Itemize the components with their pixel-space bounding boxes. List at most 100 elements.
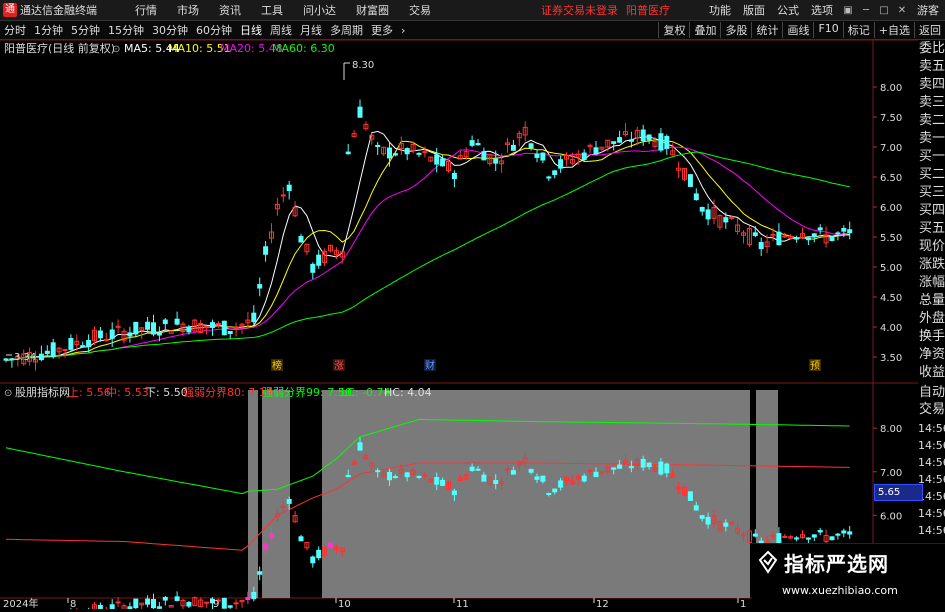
indicator-hc: HC: 4.04 (384, 386, 432, 399)
ind-candle-body (493, 480, 499, 484)
x-label-jan: 1 (740, 599, 746, 609)
settings-icon[interactable]: ⊙ (112, 44, 120, 55)
side-item-11[interactable]: 现价 (919, 238, 945, 256)
side-item-1[interactable]: 卖五 (919, 58, 945, 76)
side-item-6[interactable]: 买一 (919, 148, 945, 166)
tool-add-watchlist[interactable]: +自选 (873, 22, 914, 38)
period-daily[interactable]: 日线 (236, 22, 266, 38)
menu-zixun[interactable]: 资讯 (209, 2, 251, 18)
candle-body (835, 232, 841, 235)
ma60-label: MA60: 6.30 (272, 42, 335, 55)
menu-caifuquan[interactable]: 财富圈 (346, 2, 399, 18)
maximize-icon[interactable]: □ (875, 5, 893, 16)
menu-jiaoyi[interactable]: 交易 (399, 2, 441, 18)
ind-candle-body (245, 597, 251, 601)
tool-diejia[interactable]: 叠加 (689, 22, 720, 38)
candle-body (451, 172, 457, 180)
period-multi[interactable]: 多周期 (326, 22, 367, 38)
tool-fuquan[interactable]: 复权 (658, 22, 689, 38)
tool-huaxian[interactable]: 画线 (782, 22, 813, 38)
ind-candle-body (375, 470, 381, 473)
menu-gongju[interactable]: 工具 (251, 2, 293, 18)
side-item-17[interactable]: 净资 (919, 346, 945, 364)
side-item-4[interactable]: 卖二 (919, 112, 945, 130)
period-15min[interactable]: 15分钟 (104, 22, 148, 38)
skin-icon[interactable]: ▣ (839, 5, 857, 16)
marker-cai[interactable]: 财 (425, 359, 435, 372)
candle-body (257, 284, 263, 289)
minimize-icon[interactable]: ─ (857, 5, 875, 16)
side-item-0[interactable]: 委比 (919, 40, 945, 58)
y-tick-label: 5.50 (880, 233, 902, 244)
tool-tongji[interactable]: 统计 (751, 22, 782, 38)
kline-chart-svg[interactable]: 阳普医疗(日线 前复权) ⊙ MA5: 5.44 MA10: 5.51 MA20… (0, 39, 945, 612)
menu-shichang[interactable]: 市场 (167, 2, 209, 18)
period-1min[interactable]: 1分钟 (30, 22, 67, 38)
side-item-8[interactable]: 买三 (919, 184, 945, 202)
tool-biaoji[interactable]: 标记 (842, 22, 874, 38)
user-label[interactable]: 游客 (911, 2, 945, 18)
chevron-right-icon[interactable]: › (397, 24, 409, 37)
side-auto[interactable]: 自动 (919, 384, 945, 401)
side-item-18[interactable]: 收益 (919, 364, 945, 382)
side-item-12[interactable]: 涨跌 (919, 256, 945, 274)
side-item-10[interactable]: 买五 (919, 220, 945, 238)
x-label-dec: 12 (596, 599, 609, 609)
side-item-2[interactable]: 卖四 (919, 76, 945, 94)
side-item-5[interactable]: 卖一 (919, 130, 945, 148)
side-item-16[interactable]: 换手 (919, 328, 945, 346)
period-weekly[interactable]: 周线 (266, 22, 296, 38)
ind-candle-body (640, 458, 646, 468)
tool-f10[interactable]: F10 (813, 22, 842, 38)
side-item-13[interactable]: 涨幅 (919, 274, 945, 292)
candle-body (375, 144, 381, 148)
candle-body (640, 129, 646, 142)
candle-body (404, 148, 410, 155)
candle-body (658, 133, 664, 151)
menu-hangqing[interactable]: 行情 (125, 2, 167, 18)
app-logo-icon: 通 (3, 3, 17, 17)
ind-candle-body (387, 472, 392, 481)
menu-banmian[interactable]: 版面 (737, 2, 771, 18)
period-5min[interactable]: 5分钟 (67, 22, 104, 38)
close-icon[interactable]: ✕ (893, 5, 911, 16)
side-jiaoyi[interactable]: 交易 (919, 401, 945, 418)
side-item-14[interactable]: 总量 (919, 292, 945, 310)
side-item-7[interactable]: 买二 (919, 166, 945, 184)
ind-candle-body (392, 476, 398, 479)
indicator-mid: 中: 5.53 (106, 386, 149, 399)
tool-back[interactable]: 返回 (914, 22, 945, 38)
side-item-15[interactable]: 外盘 (919, 310, 945, 328)
marker-bang[interactable]: 榜 (272, 359, 282, 372)
side-item-9[interactable]: 买四 (919, 202, 945, 220)
marker-yu[interactable]: 预 (810, 360, 820, 372)
ind-candle-body (174, 596, 180, 601)
event-markers[interactable]: 榜 涨 财 预 (271, 359, 821, 372)
marker-zhang[interactable]: 涨 (334, 360, 344, 372)
stock-link[interactable]: 阳普医疗 (626, 2, 670, 18)
candle-body (794, 237, 800, 240)
main-candles (3, 99, 853, 371)
login-status[interactable]: 证券交易未登录 (541, 2, 618, 18)
ind-candle-body (581, 475, 587, 482)
period-monthly[interactable]: 月线 (296, 22, 326, 38)
indicator-weak99: 强弱分界99: 7.50 (262, 386, 352, 399)
side-item-3[interactable]: 卖三 (919, 94, 945, 112)
indicator-settings-icon[interactable]: ⊙ (4, 388, 12, 399)
candle-body (80, 345, 86, 348)
y-tick-label: 7.50 (880, 113, 902, 124)
candle-body (693, 193, 699, 201)
menu-xuanxiang[interactable]: 选项 (805, 2, 839, 18)
menu-gongneng[interactable]: 功能 (703, 2, 737, 18)
candle-body (151, 322, 156, 335)
period-60min[interactable]: 60分钟 (192, 22, 236, 38)
menu-wenxiaoda[interactable]: 问小达 (293, 2, 346, 18)
candle-body (841, 227, 847, 232)
chart-area[interactable]: 阳普医疗(日线 前复权) ⊙ MA5: 5.44 MA10: 5.51 MA20… (0, 39, 945, 612)
tool-duogu[interactable]: 多股 (720, 22, 751, 38)
period-30min[interactable]: 30分钟 (148, 22, 192, 38)
period-more[interactable]: 更多 (367, 22, 397, 38)
period-fenshi[interactable]: 分时 (0, 22, 30, 38)
menu-gongshi[interactable]: 公式 (771, 2, 805, 18)
candle-body (705, 209, 711, 220)
